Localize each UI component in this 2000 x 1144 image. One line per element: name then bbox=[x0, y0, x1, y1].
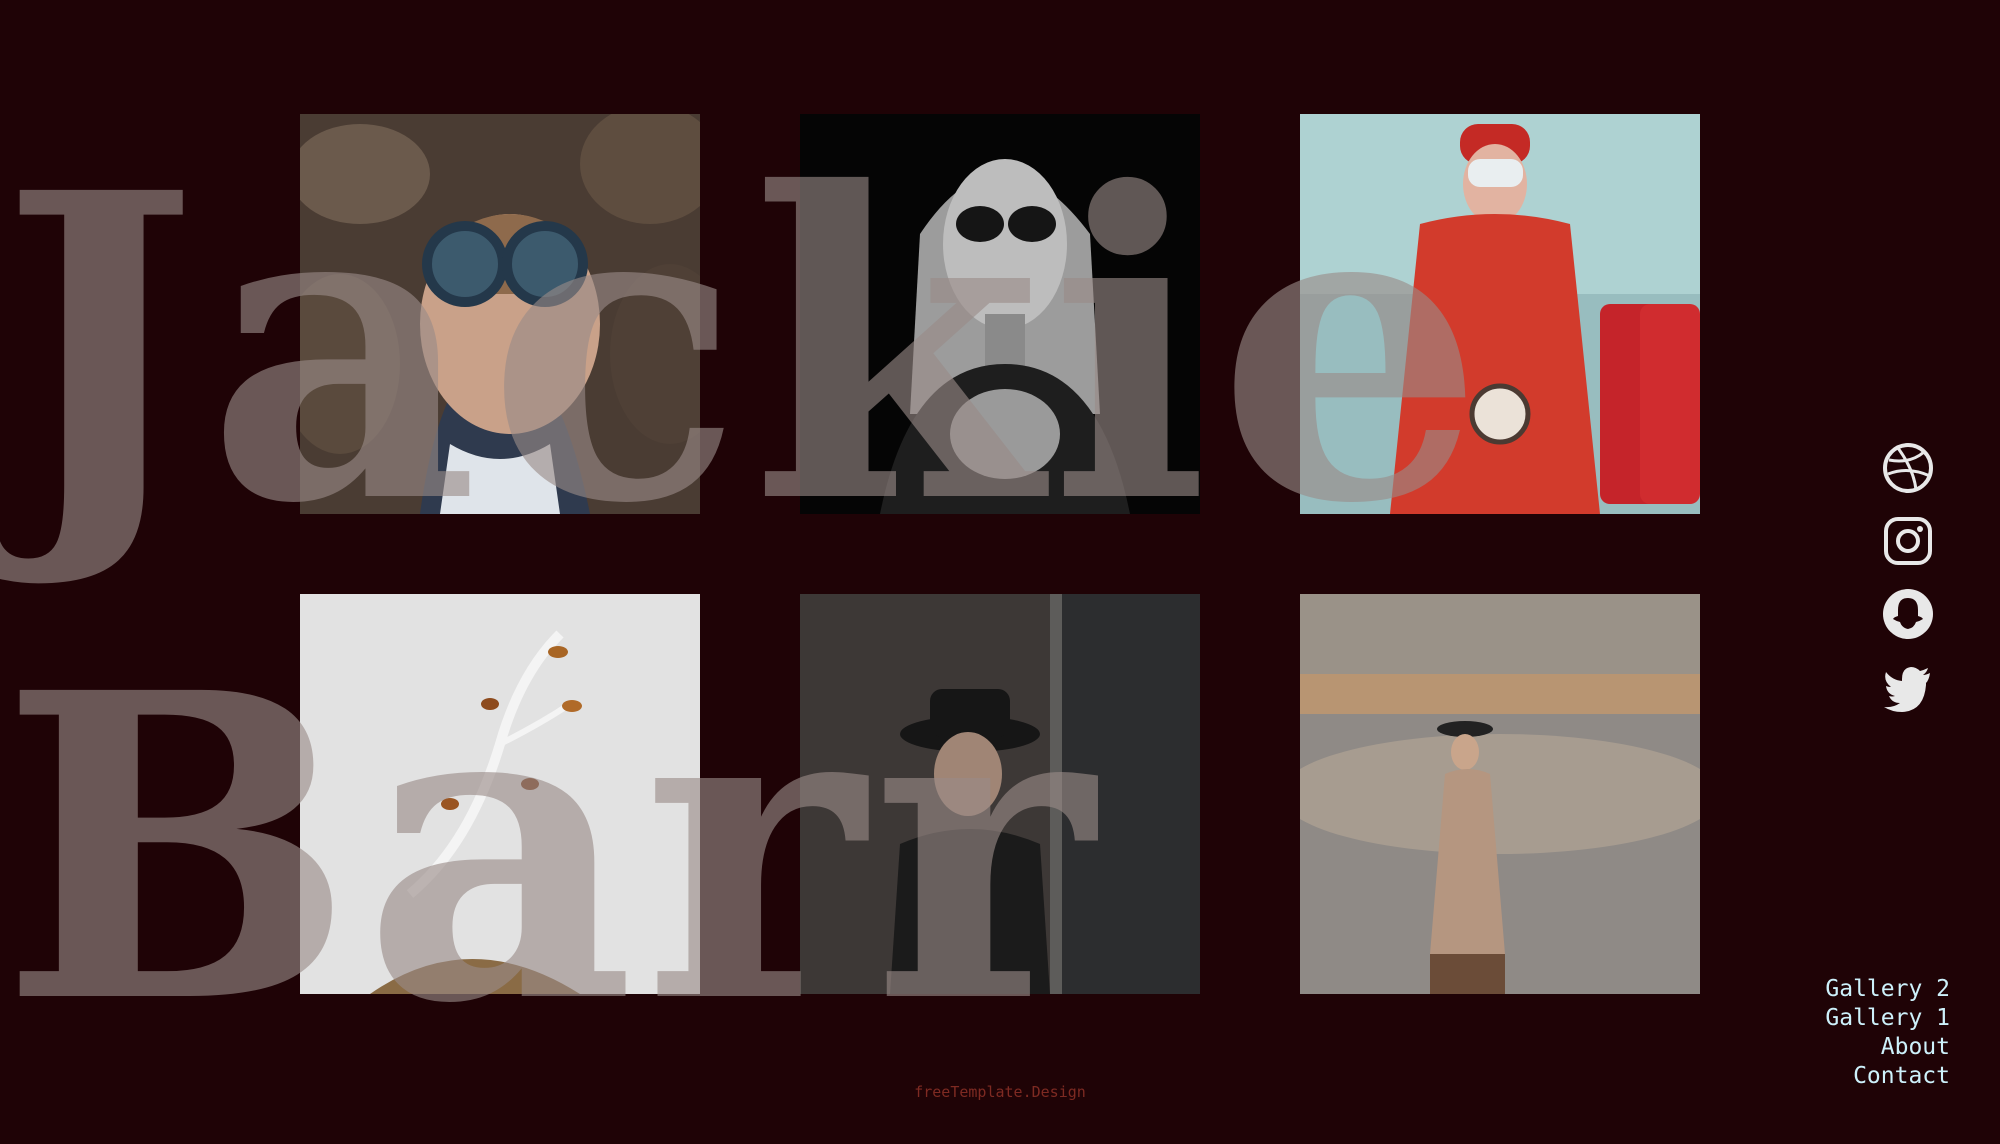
gallery-image-sunglasses[interactable] bbox=[800, 114, 1200, 514]
twitter-icon[interactable] bbox=[1880, 659, 1936, 715]
goggles-portrait-photo bbox=[300, 114, 700, 514]
gallery-image-goggles[interactable] bbox=[300, 114, 700, 514]
dribbble-icon[interactable] bbox=[1880, 440, 1936, 496]
red-outfit-clock-photo bbox=[1300, 114, 1700, 514]
nav-gallery-2[interactable]: Gallery 2 bbox=[1825, 975, 1950, 1004]
lake-portrait-photo bbox=[1300, 594, 1700, 994]
sunglasses-portrait-photo bbox=[800, 114, 1200, 514]
gallery-image-black-hat[interactable] bbox=[800, 594, 1200, 994]
social-links bbox=[1880, 440, 1936, 732]
black-hat-portrait-photo bbox=[800, 594, 1200, 994]
gallery-image-lake[interactable] bbox=[1300, 594, 1700, 994]
gallery-image-branch[interactable] bbox=[300, 594, 700, 994]
instagram-icon[interactable] bbox=[1880, 513, 1936, 569]
snapchat-icon[interactable] bbox=[1880, 586, 1936, 642]
nav-gallery-1[interactable]: Gallery 1 bbox=[1825, 1004, 1950, 1033]
gallery-image-red-clock[interactable] bbox=[1300, 114, 1700, 514]
nav-about[interactable]: About bbox=[1825, 1033, 1950, 1062]
branch-still-life-photo bbox=[300, 594, 700, 994]
footer-credit[interactable]: freeTemplate.Design bbox=[0, 1083, 2000, 1101]
main-nav: Gallery 2 Gallery 1 About Contact bbox=[1825, 975, 1950, 1091]
